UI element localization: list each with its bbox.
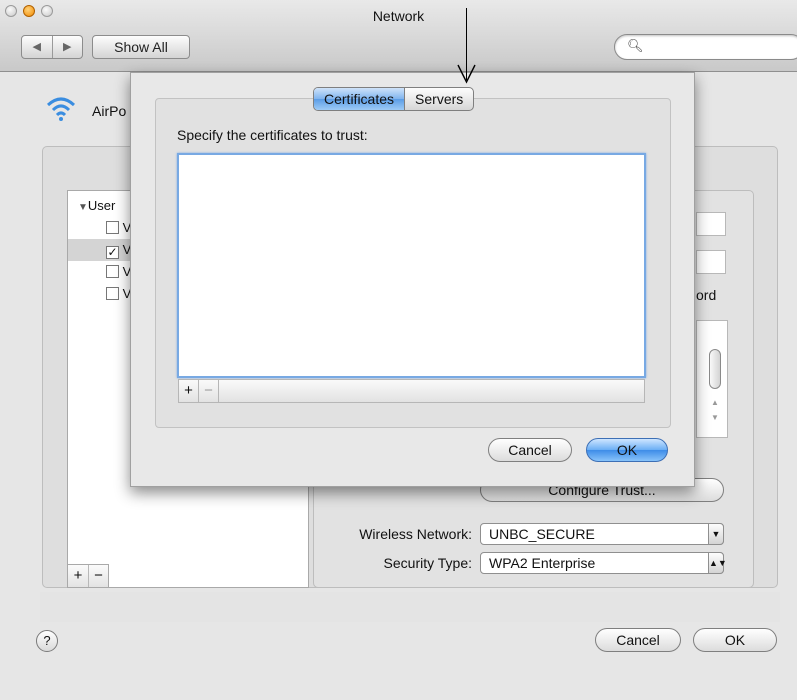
wireless-network-select[interactable]: UNBC_SECURE ▼: [480, 523, 724, 545]
remove-certificate-button[interactable]: −: [199, 380, 219, 402]
annotation-arrow-icon: [457, 64, 476, 84]
checkbox[interactable]: [106, 287, 119, 300]
sheet-instruction: Specify the certificates to trust:: [177, 127, 368, 143]
airport-icon: [45, 96, 77, 122]
tab-certificates[interactable]: Certificates: [314, 88, 405, 110]
remember-password-label: ord: [696, 287, 717, 303]
interface-label: AirPo: [92, 103, 127, 119]
sheet-cancel-button[interactable]: Cancel: [488, 438, 572, 462]
network-preferences-window: Network ◀ ▶ Show All 🔍︎ AirPo ▼User V ✓ …: [0, 0, 797, 700]
titlebar: Network ◀ ▶ Show All 🔍︎: [0, 0, 797, 72]
checkbox[interactable]: [106, 265, 119, 278]
dropdown-arrow-icon: ▼: [708, 523, 724, 545]
security-type-label: Security Type:: [383, 555, 472, 571]
tab-servers[interactable]: Servers: [404, 88, 473, 110]
cancel-button[interactable]: Cancel: [595, 628, 681, 652]
back-forward-buttons: ◀ ▶: [21, 35, 83, 59]
scroll-arrows-icon[interactable]: ▲ ▼: [709, 395, 721, 427]
password-field[interactable]: [696, 250, 726, 274]
wireless-network-value: UNBC_SECURE: [489, 526, 595, 542]
auth-list: ▲ ▼: [696, 320, 728, 438]
ok-button[interactable]: OK: [693, 628, 777, 652]
security-type-value: WPA2 Enterprise: [489, 555, 596, 571]
certificate-list[interactable]: [177, 153, 646, 378]
faded-lock-row: [30, 652, 790, 682]
list-add-remove: + −: [67, 564, 109, 588]
window-title: Network: [372, 8, 425, 24]
show-all-button[interactable]: Show All: [92, 35, 190, 59]
help-button[interactable]: ?: [36, 630, 58, 652]
forward-arrow-icon[interactable]: ▶: [51, 36, 83, 58]
remove-button[interactable]: −: [88, 565, 108, 587]
security-type-select[interactable]: WPA2 Enterprise ▲▼: [480, 552, 727, 574]
wireless-network-label: Wireless Network:: [359, 526, 472, 542]
username-field[interactable]: [696, 212, 726, 236]
search-icon: 🔍︎: [627, 38, 644, 53]
checkbox[interactable]: ✓: [106, 246, 119, 259]
back-arrow-icon[interactable]: ◀: [22, 36, 52, 58]
add-button[interactable]: +: [68, 565, 88, 587]
add-certificate-button[interactable]: +: [179, 380, 199, 402]
certificate-add-remove: + −: [178, 379, 645, 403]
checkbox[interactable]: [106, 221, 119, 234]
disclosure-triangle-icon[interactable]: ▼: [78, 202, 88, 213]
faded-status-row: [40, 592, 780, 622]
sheet-ok-button[interactable]: OK: [586, 438, 668, 462]
scroll-thumb[interactable]: [709, 349, 721, 389]
trust-settings-sheet: Certificates Servers Specify the certifi…: [130, 72, 695, 487]
sheet-tab-bar: Certificates Servers: [313, 87, 475, 111]
search-field[interactable]: 🔍︎: [614, 34, 797, 60]
group-label: User: [87, 198, 116, 213]
updown-arrow-icon: ▲▼: [708, 552, 727, 574]
